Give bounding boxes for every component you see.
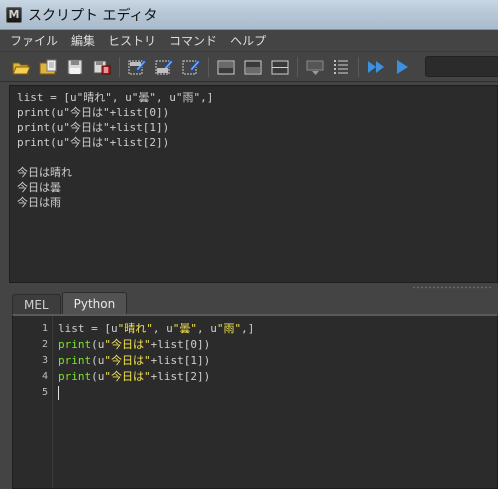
menu-bar: ファイル 編集 ヒストリ コマンド ヘルプ (0, 30, 498, 52)
output-line: print(u"今日は"+list[1]) (17, 121, 170, 134)
menu-help[interactable]: ヘルプ (230, 32, 266, 49)
code-keyword: print (58, 354, 92, 367)
code-text: +list[2]) (150, 370, 211, 383)
output-line: 今日は晴れ (17, 166, 72, 179)
toolbar (0, 53, 498, 82)
code-text: +list[0]) (150, 338, 211, 351)
language-tabs: MEL Python (12, 292, 128, 314)
show-history-only-icon[interactable] (215, 56, 237, 78)
code-line (58, 385, 497, 401)
title-bar[interactable]: M スクリプト エディタ (0, 0, 498, 30)
code-text: (u (91, 370, 105, 383)
code-keyword: print (58, 370, 92, 383)
code-string: "雨" (216, 322, 242, 335)
code-string: "曇" (172, 322, 197, 335)
python-input-editor[interactable]: 1 2 3 4 5 list = [u"晴れ", u"曇", u"雨",] pr… (12, 314, 498, 489)
menu-history[interactable]: ヒストリ (108, 32, 156, 49)
save-script-icon[interactable] (64, 56, 86, 78)
menu-command[interactable]: コマンド (169, 32, 217, 49)
output-line: print(u"今日は"+list[0]) (17, 106, 170, 119)
line-number-gutter: 1 2 3 4 5 (13, 316, 53, 488)
command-search-field[interactable] (425, 56, 498, 77)
clear-history-icon[interactable] (126, 56, 148, 78)
history-output-pane[interactable]: list = [u"晴れ", u"曇", u"雨",] print(u"今日は"… (9, 85, 498, 283)
pane-splitter[interactable] (9, 284, 498, 292)
code-text: ,] (241, 322, 255, 335)
line-number: 1 (41, 323, 48, 334)
code-keyword: print (58, 338, 92, 351)
menu-file[interactable]: ファイル (10, 32, 58, 49)
code-text: +list[1]) (150, 354, 211, 367)
output-line: 今日は雨 (17, 196, 61, 209)
echo-all-commands-icon[interactable] (304, 56, 326, 78)
output-line: 今日は曇 (17, 181, 61, 194)
code-string: "今日は" (104, 354, 151, 367)
save-script-to-shelf-icon[interactable] (91, 56, 113, 78)
code-line: list = [u"晴れ", u"曇", u"雨",] (58, 321, 497, 337)
line-number: 3 (41, 355, 48, 366)
menu-edit[interactable]: 編集 (71, 32, 95, 49)
code-line: print(u"今日は"+list[1]) (58, 353, 497, 369)
code-string: "今日は" (104, 338, 151, 351)
splitter-grip[interactable] (412, 286, 492, 289)
output-line: list = [u"晴れ", u"曇", u"雨",] (17, 91, 214, 104)
code-area[interactable]: list = [u"晴れ", u"曇", u"雨",] print(u"今日は"… (58, 321, 497, 401)
tab-python[interactable]: Python (61, 292, 128, 314)
maya-app-icon: M (6, 6, 22, 23)
execute-all-icon[interactable] (365, 56, 387, 78)
code-string: "今日は" (104, 370, 151, 383)
clear-input-icon[interactable] (153, 56, 175, 78)
code-text: (u (91, 354, 105, 367)
code-text: (u (91, 338, 105, 351)
code-text: , u (196, 322, 217, 335)
line-number: 5 (41, 387, 48, 398)
line-number: 4 (41, 371, 48, 382)
output-line: print(u"今日は"+list[2]) (17, 136, 170, 149)
text-caret (58, 386, 59, 400)
line-number: 2 (41, 339, 48, 350)
code-string: "晴れ" (117, 322, 153, 335)
show-both-icon[interactable] (269, 56, 291, 78)
execute-icon[interactable] (391, 56, 413, 78)
code-line: print(u"今日は"+list[0]) (58, 337, 497, 353)
code-line: print(u"今日は"+list[2]) (58, 369, 497, 385)
show-input-only-icon[interactable] (242, 56, 264, 78)
open-script-icon[interactable] (10, 56, 32, 78)
clear-all-icon[interactable] (180, 56, 202, 78)
tab-mel[interactable]: MEL (12, 294, 61, 314)
line-numbers-icon[interactable] (330, 56, 352, 78)
source-script-icon[interactable] (37, 56, 59, 78)
code-text: , u (152, 322, 173, 335)
window-title: スクリプト エディタ (28, 7, 158, 24)
code-text: list = [u (58, 322, 118, 335)
